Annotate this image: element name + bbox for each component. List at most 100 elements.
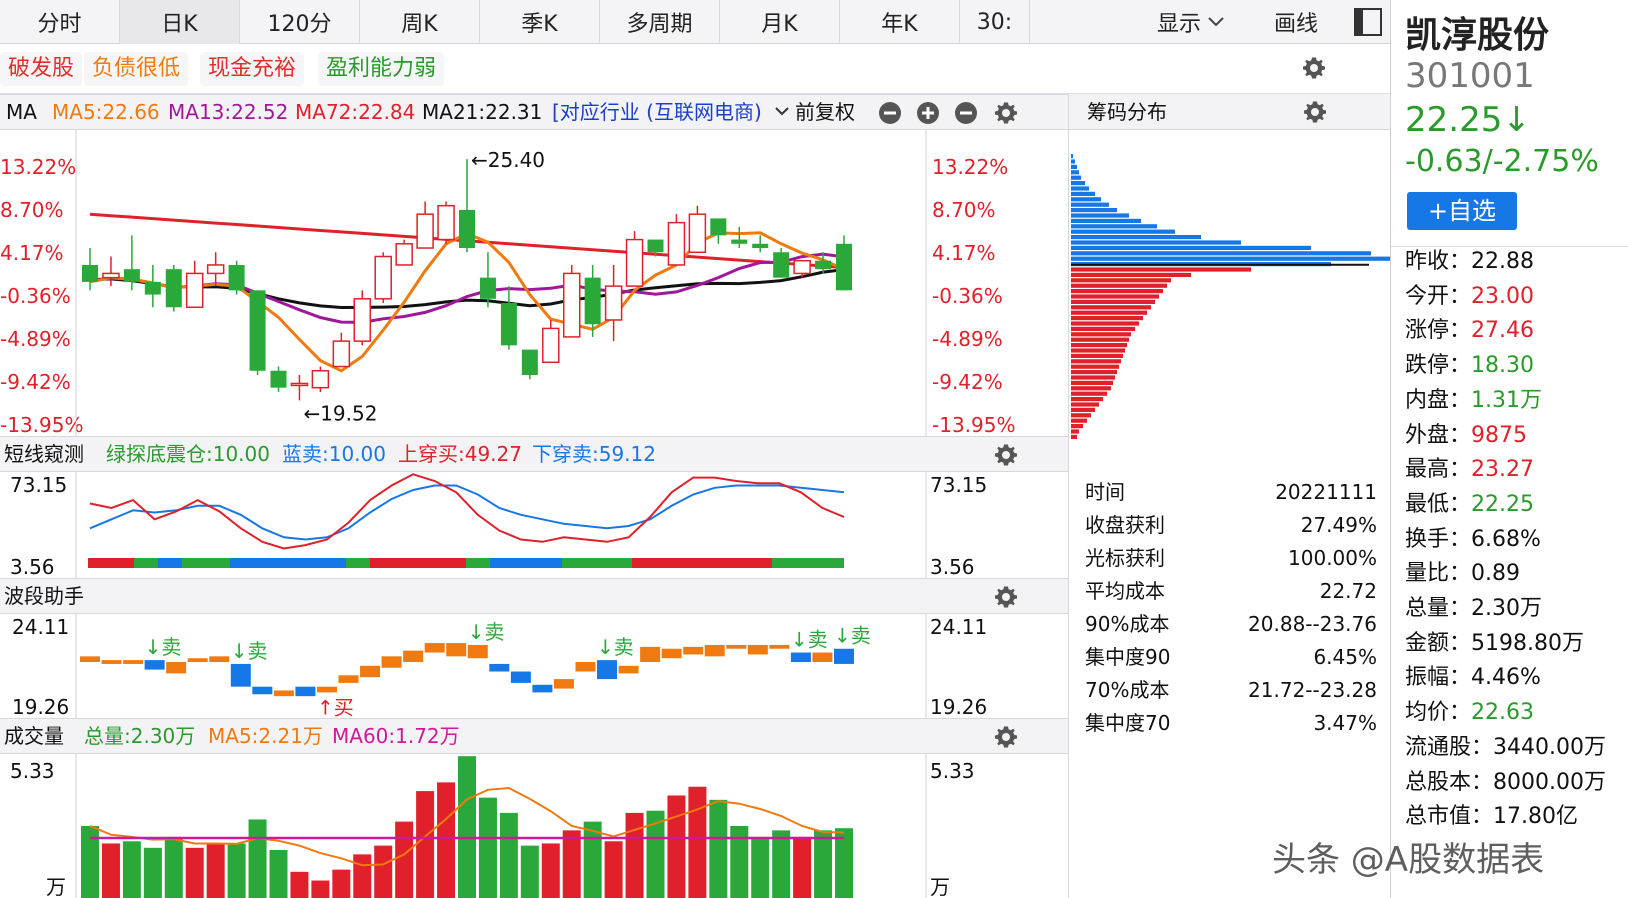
candles bbox=[82, 159, 852, 401]
volume-chart[interactable]: 5.33 万 5.33 万 bbox=[0, 754, 1068, 898]
chip-bar bbox=[1071, 370, 1117, 375]
chip-bar bbox=[1071, 424, 1083, 429]
quote-value: 23.00 bbox=[1471, 283, 1534, 309]
candle-body-down bbox=[815, 260, 832, 270]
kline-axis-label-right: -0.36% bbox=[932, 284, 1003, 308]
ma21-legend: MA21:22.31 bbox=[422, 100, 543, 124]
tab-monthly-k[interactable]: 月K bbox=[720, 0, 840, 44]
osc-strip-segment bbox=[562, 558, 632, 568]
volume-bar bbox=[290, 871, 309, 898]
chip-histogram[interactable] bbox=[1069, 130, 1391, 440]
wave-bar bbox=[726, 644, 747, 649]
zoom-in-icon[interactable] bbox=[916, 101, 940, 125]
wave-assistant-chart[interactable]: 24.11 19.26 24.11 19.26 ↓卖 ↓卖↓卖↓卖 ↓卖 ↓卖↑买 bbox=[0, 614, 1068, 718]
quote-row: 总量：2.30万 bbox=[1405, 591, 1628, 627]
chip-stat-value: 27.49% bbox=[1300, 513, 1377, 537]
gear-icon[interactable] bbox=[1303, 100, 1327, 124]
vol-axis-top-left: 5.33 bbox=[10, 759, 55, 783]
candle-body-up bbox=[395, 243, 413, 266]
quote-key: 跌停： bbox=[1405, 353, 1472, 379]
tab-120min[interactable]: 120分 bbox=[240, 0, 360, 44]
volume-bar bbox=[541, 843, 560, 898]
ma13-legend: MA13:22.52 bbox=[168, 100, 289, 124]
volume-bar bbox=[478, 797, 497, 898]
chip-bar bbox=[1071, 343, 1127, 348]
chip-bar bbox=[1071, 391, 1107, 396]
volume-ma5-legend: MA5:2.21万 bbox=[208, 724, 323, 748]
tab-weekly-k[interactable]: 周K bbox=[360, 0, 480, 44]
industry-link[interactable]: [对应行业 (互联网电商) bbox=[552, 95, 762, 129]
wave-bar bbox=[209, 656, 230, 663]
chip-stat-row: 收盘获利 27.49% bbox=[1077, 509, 1377, 542]
chip-bar bbox=[1071, 213, 1129, 218]
osc-strip-segment bbox=[182, 558, 230, 568]
volume-bar bbox=[625, 812, 644, 898]
chip-bar bbox=[1071, 337, 1129, 342]
chevron-down-icon bbox=[1208, 17, 1224, 27]
quote-value: 17.80亿 bbox=[1493, 804, 1578, 830]
indicator2-header: 波段助手 bbox=[0, 578, 1068, 614]
quote-row: 涨停：27.46 bbox=[1405, 313, 1628, 349]
quote-key: 量比： bbox=[1405, 561, 1472, 587]
price-adjust-label[interactable]: 前复权 bbox=[795, 95, 855, 129]
gear-icon[interactable] bbox=[994, 101, 1018, 125]
chevron-down-icon[interactable] bbox=[775, 107, 789, 117]
quote-row: 换手：6.68% bbox=[1405, 522, 1628, 558]
wave-axis-top-left: 24.11 bbox=[12, 615, 69, 639]
add-watchlist-button[interactable]: +自选 bbox=[1407, 192, 1517, 230]
period-tab-bar: 分时 日K 120分 周K 季K 多周期 月K 年K 30: 显示 画线 bbox=[0, 0, 1390, 44]
candle-body-down bbox=[479, 277, 496, 299]
tab-yearly-k[interactable]: 年K bbox=[840, 0, 960, 44]
gear-icon[interactable] bbox=[994, 725, 1018, 749]
chip-bar bbox=[1071, 256, 1391, 261]
chip-bar bbox=[1071, 170, 1079, 175]
indicator1-name[interactable]: 短线窥测 bbox=[4, 437, 84, 471]
tab-multi-period[interactable]: 多周期 bbox=[600, 0, 720, 44]
chip-bar bbox=[1071, 305, 1151, 310]
gear-icon[interactable] bbox=[1302, 56, 1326, 80]
wave-bar bbox=[295, 686, 316, 697]
wave-bar bbox=[166, 662, 187, 674]
chip-stat-value: 3.47% bbox=[1313, 711, 1377, 735]
minimize-icon[interactable] bbox=[954, 101, 978, 125]
tab-minute[interactable]: 分时 bbox=[0, 0, 120, 44]
tag-broken-ipo[interactable]: 破发股 bbox=[0, 52, 83, 86]
sell-signal: ↓卖 bbox=[231, 639, 268, 663]
kline-chart[interactable]: 13.22% 8.70% 4.17% -0.36% -4.89% -9.42% -13.95… bbox=[0, 130, 1068, 436]
display-dropdown[interactable]: 显示 bbox=[1136, 0, 1246, 44]
chip-stat-row: 70%成本 21.72--23.28 bbox=[1077, 674, 1377, 707]
chart-area: MA MA5:22.66 MA13:22.52 MA72:22.84 MA21:… bbox=[0, 94, 1068, 898]
chip-stat-value: 20221111 bbox=[1275, 480, 1377, 504]
chip-bar bbox=[1071, 240, 1241, 245]
volume-bar bbox=[374, 845, 393, 898]
volume-name[interactable]: 成交量 bbox=[4, 719, 64, 753]
candle-body-up bbox=[625, 238, 644, 287]
tag-low-debt[interactable]: 负债很低 bbox=[84, 52, 189, 86]
wave-bar bbox=[510, 671, 531, 683]
quote-key: 总股本： bbox=[1405, 769, 1494, 795]
tab-quarterly-k[interactable]: 季K bbox=[480, 0, 600, 44]
draw-line-button[interactable]: 画线 bbox=[1246, 0, 1346, 44]
candle-body-up bbox=[185, 272, 204, 309]
gear-icon[interactable] bbox=[994, 443, 1018, 467]
wave-bar bbox=[403, 650, 424, 663]
chip-bar bbox=[1071, 154, 1073, 159]
osc-strip-segment bbox=[88, 558, 134, 568]
indicator2-name[interactable]: 波段助手 bbox=[4, 579, 84, 613]
tab-daily-k[interactable]: 日K bbox=[120, 0, 240, 44]
zoom-out-icon[interactable] bbox=[878, 101, 902, 125]
volume-bar bbox=[143, 847, 162, 898]
vol-axis-unit-right: 万 bbox=[930, 875, 950, 898]
volume-bar bbox=[185, 847, 204, 898]
chip-bar bbox=[1071, 229, 1175, 234]
quote-value: 5198.80万 bbox=[1471, 630, 1584, 656]
tag-weak-profit[interactable]: 盈利能力弱 bbox=[318, 52, 445, 86]
quote-row: 均价：22.63 bbox=[1405, 695, 1628, 731]
chip-stat-row: 平均成本 22.72 bbox=[1077, 575, 1377, 608]
tab-30min[interactable]: 30: bbox=[960, 0, 1030, 44]
layout-toggle-button[interactable] bbox=[1346, 0, 1390, 44]
candle-body-down bbox=[647, 239, 664, 253]
tag-cash-rich[interactable]: 现金充裕 bbox=[200, 52, 305, 86]
oscillator-chart[interactable]: 73.15 3.56 73.15 3.56 bbox=[0, 472, 1068, 578]
gear-icon[interactable] bbox=[994, 585, 1018, 609]
